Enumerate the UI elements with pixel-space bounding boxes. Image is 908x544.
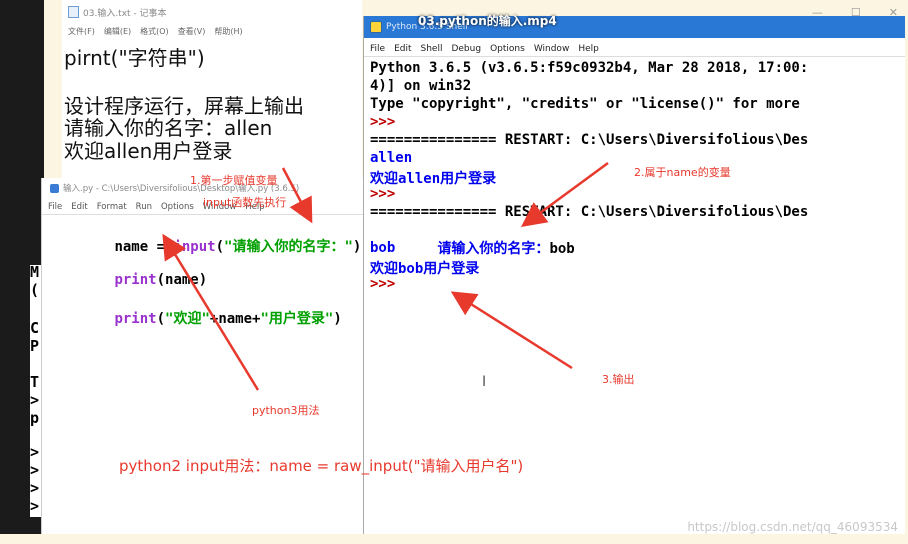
- editor-window: 输入.py - C:\Users\Diversifolious\Desktop\…: [41, 178, 364, 534]
- shell-menu-debug[interactable]: Debug: [451, 44, 481, 54]
- annotation-step-1b: input函数先执行: [203, 196, 287, 209]
- shell-menu-shell[interactable]: Shell: [421, 44, 443, 54]
- video-title: 03.python的输入.mp4: [418, 14, 557, 28]
- code-string: "用户登录": [260, 311, 334, 327]
- shell-menu-edit[interactable]: Edit: [394, 44, 411, 54]
- notepad-menu-help[interactable]: 帮助(H): [214, 26, 242, 37]
- notepad-text-area[interactable]: pirnt("字符串") 设计程序运行，屏幕上输出 请输入你的名字：allen …: [64, 40, 362, 178]
- maximize-icon[interactable]: ☐: [851, 6, 861, 19]
- shell-banner-line-1: Python 3.6.5 (v3.6.5:f59c0932b4, Mar 28 …: [370, 60, 809, 76]
- annotation-step-3: 3.输出: [602, 373, 635, 386]
- shell-restart-line: =============== RESTART: C:\Users\Divers…: [370, 132, 809, 148]
- shell-user-input: bob: [549, 241, 575, 257]
- window-controls: — ☐ ✕: [812, 6, 898, 19]
- shell-input-echo: allen: [370, 150, 413, 166]
- text-cursor-icon: I: [482, 374, 487, 390]
- code-string: "请输入你的名字：": [224, 239, 353, 255]
- python-icon: [370, 21, 382, 33]
- shell-banner-line-2: 4)] on win32: [370, 78, 472, 94]
- editor-menu-run[interactable]: Run: [136, 202, 152, 212]
- bottom-band: [0, 534, 908, 544]
- code-token: +name+: [209, 311, 261, 327]
- notepad-icon: [68, 6, 79, 18]
- editor-divider: [42, 214, 364, 215]
- shell-menu-window[interactable]: Window: [534, 44, 570, 54]
- notepad-line-1: pirnt("字符串"): [64, 46, 205, 70]
- watermark: https://blog.csdn.net/qq_46093534: [687, 520, 898, 534]
- code-token: (name): [156, 272, 208, 288]
- shell-restart-line: =============== RESTART: C:\Users\Divers…: [370, 204, 809, 220]
- shell-prompt: >>>: [370, 114, 396, 130]
- editor-menu-file[interactable]: File: [48, 202, 62, 212]
- annotation-python3: python3用法: [252, 404, 320, 417]
- shell-banner-line-3: Type "copyright", "credits" or "license(…: [370, 96, 800, 112]
- code-keyword: print: [114, 311, 157, 327]
- annotation-step-1: 1.第一步赋值变量: [190, 174, 278, 187]
- code-token: (: [215, 239, 225, 255]
- video-frame: M ( C P T > p > > > > 03.输入.txt - 记事本 文件…: [0, 0, 908, 544]
- shell-name-output: bob: [370, 240, 396, 256]
- notepad-menu-edit[interactable]: 编辑(E): [104, 26, 131, 37]
- shell-prompt: >>>: [370, 276, 396, 292]
- minimize-icon[interactable]: —: [812, 6, 823, 19]
- notepad-titlebar: 03.输入.txt - 记事本: [62, 2, 362, 22]
- editor-menu-options[interactable]: Options: [161, 202, 194, 212]
- shell-input-prompt: 请输入你的名字：: [437, 241, 550, 257]
- annotation-python2: python2 input用法：name = raw_input("请输入用户名…: [119, 457, 524, 475]
- code-line-3: print("欢迎"+name+"用户登录"): [47, 292, 342, 344]
- code-keyword: print: [114, 272, 157, 288]
- notepad-window: 03.输入.txt - 记事本 文件(F) 编辑(E) 格式(O) 查看(V) …: [62, 0, 362, 178]
- notepad-menubar: 文件(F) 编辑(E) 格式(O) 查看(V) 帮助(H): [68, 26, 362, 37]
- code-token: name =: [114, 239, 174, 255]
- shell-menu-help[interactable]: Help: [578, 44, 599, 54]
- shell-prompt: >>>: [370, 186, 396, 202]
- editor-code-area[interactable]: name = input("请输入你的名字：") print(name) pri…: [47, 218, 364, 534]
- annotation-step-2: 2.属于name的变量: [634, 166, 731, 179]
- notepad-line-5: 欢迎allen用户登录: [64, 139, 233, 163]
- shell-divider: [364, 56, 905, 57]
- notepad-menu-format[interactable]: 格式(O): [140, 26, 169, 37]
- notepad-menu-view[interactable]: 查看(V): [178, 26, 206, 37]
- code-keyword: input: [173, 239, 216, 255]
- code-token: ): [352, 239, 362, 255]
- shell-output-line: 欢迎allen用户登录: [370, 171, 497, 187]
- shell-output-line: 欢迎bob用户登录: [370, 261, 480, 277]
- shell-menubar: File Edit Shell Debug Options Window Hel…: [370, 44, 905, 54]
- code-string: "欢迎": [165, 311, 210, 327]
- notepad-menu-file[interactable]: 文件(F): [68, 26, 95, 37]
- notepad-title: 03.输入.txt - 记事本: [83, 8, 167, 19]
- shell-menu-file[interactable]: File: [370, 44, 385, 54]
- shell-menu-options[interactable]: Options: [490, 44, 525, 54]
- editor-menu-edit[interactable]: Edit: [71, 202, 87, 212]
- editor-menu-format[interactable]: Format: [97, 202, 127, 212]
- code-token: (: [156, 311, 166, 327]
- code-token: ): [333, 311, 342, 327]
- python-file-icon: [50, 183, 59, 193]
- close-icon[interactable]: ✕: [889, 6, 898, 19]
